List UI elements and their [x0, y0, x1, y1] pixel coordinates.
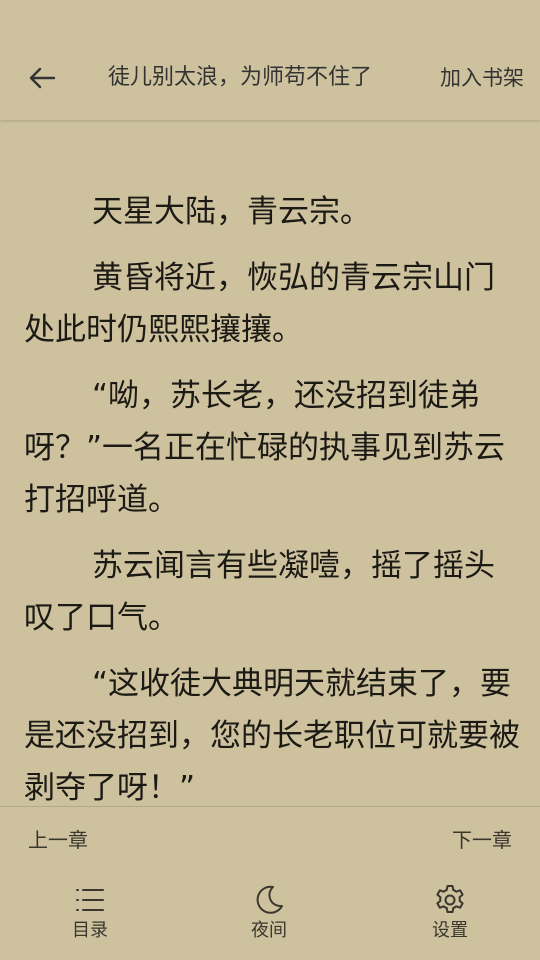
- top-bar: 徒儿别太浪，为师苟不住了 加入书架: [0, 0, 540, 120]
- bottom-toolbar: 目录 夜间 设置: [0, 870, 540, 960]
- chapter-nav: 上一章 下一章: [0, 820, 540, 860]
- arrow-left-icon: [29, 67, 56, 89]
- settings-button[interactable]: 设置: [400, 884, 500, 944]
- paragraph: “这收徒大典明天就结束了，要是还没招到，您的长老职位可就要被剥夺了呀！”: [24, 666, 520, 806]
- paragraph: 天星大陆，青云宗。: [92, 194, 371, 230]
- reading-content[interactable]: 天星大陆，青云宗。 黄昏将近，恢弘的青云宗山门处此时仍熙熙攘攘。 “呦，苏长老，…: [0, 120, 540, 806]
- paragraph: 苏云闻言有些凝噎，摇了摇头叹了口气。: [24, 548, 495, 636]
- settings-label: 设置: [432, 920, 468, 941]
- toc-label: 目录: [72, 920, 108, 941]
- add-to-shelf-button[interactable]: 加入书架: [440, 60, 524, 96]
- paragraph-list: 天星大陆，青云宗。 黄昏将近，恢弘的青云宗山门处此时仍熙熙攘攘。 “呦，苏长老，…: [0, 186, 540, 806]
- night-mode-label: 夜间: [251, 920, 287, 941]
- gear-icon: [436, 885, 464, 913]
- list-icon: [76, 889, 104, 911]
- back-button[interactable]: [22, 58, 62, 98]
- toc-button[interactable]: 目录: [40, 884, 140, 944]
- paragraph: 黄昏将近，恢弘的青云宗山门处此时仍熙熙攘攘。: [24, 260, 495, 348]
- paragraph: “呦，苏长老，还没招到徒弟呀？”一名正在忙碌的执事见到苏云打招呼道。: [24, 378, 506, 518]
- next-chapter-button[interactable]: 下一章: [452, 820, 512, 860]
- divider: [0, 806, 540, 807]
- night-mode-button[interactable]: 夜间: [219, 884, 319, 944]
- moon-icon: [256, 885, 283, 914]
- prev-chapter-button[interactable]: 上一章: [28, 820, 88, 860]
- book-title: 徒儿别太浪，为师苟不住了: [108, 65, 373, 90]
